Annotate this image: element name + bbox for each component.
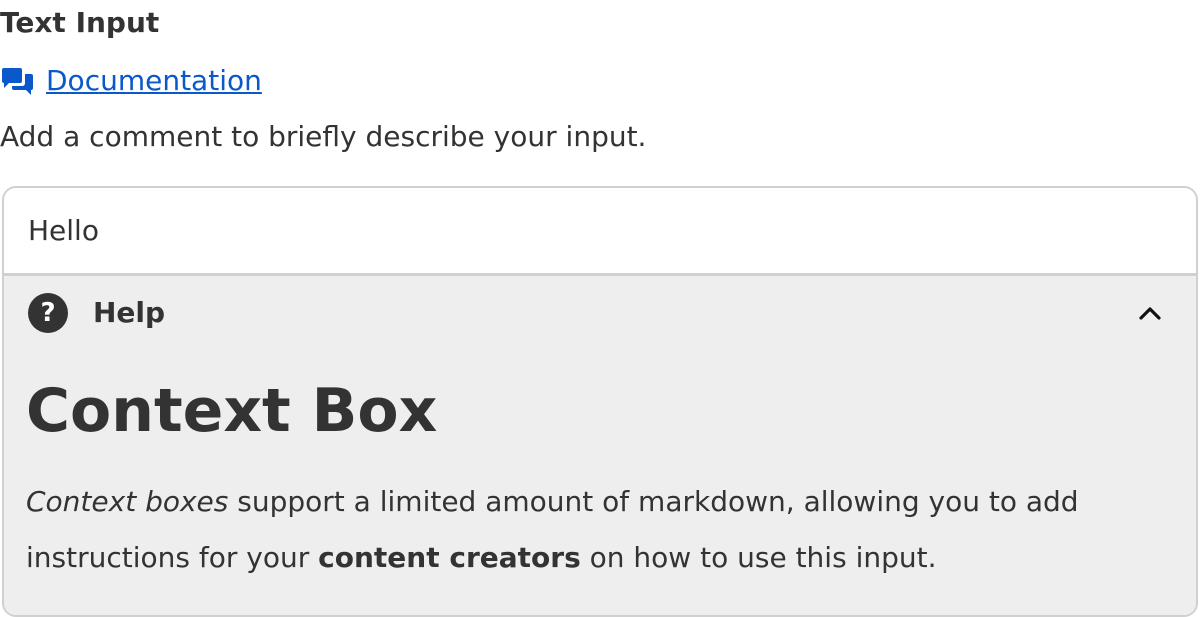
documentation-link[interactable]: Documentation bbox=[0, 62, 262, 100]
documentation-link-text[interactable]: Documentation bbox=[46, 62, 262, 100]
context-body-strong: content creators bbox=[318, 541, 581, 574]
comments-icon bbox=[0, 63, 36, 99]
context-body-text-2: on how to use this input. bbox=[580, 541, 937, 574]
question-circle-icon: ? bbox=[28, 293, 68, 333]
context-body: Context boxes support a limited amount o… bbox=[26, 474, 1176, 586]
chevron-up-icon[interactable] bbox=[1138, 302, 1162, 326]
text-input[interactable] bbox=[4, 188, 1196, 276]
field-label: Text Input bbox=[0, 6, 160, 39]
help-toggle[interactable]: ? Help bbox=[4, 276, 1196, 354]
text-input-container: ? Help Context Box Context boxes support… bbox=[2, 186, 1198, 617]
help-title: Help bbox=[93, 296, 166, 329]
context-body-emphasis: Context boxes bbox=[26, 485, 229, 518]
help-panel: ? Help Context Box Context boxes support… bbox=[4, 276, 1196, 615]
field-description: Add a comment to briefly describe your i… bbox=[0, 120, 647, 153]
context-heading: Context Box bbox=[26, 376, 438, 446]
